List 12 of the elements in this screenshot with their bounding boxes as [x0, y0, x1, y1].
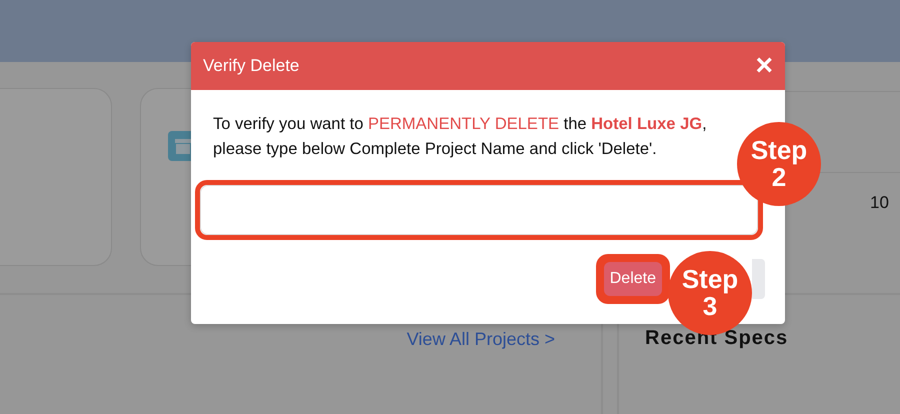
close-button[interactable]: ×: [755, 51, 773, 81]
step-label: Step: [682, 266, 738, 293]
step-number: 3: [702, 293, 718, 320]
step-number: 2: [772, 164, 786, 192]
table-cell-text: 10: [870, 193, 890, 213]
view-all-projects-link[interactable]: View All Projects >: [406, 329, 555, 350]
section-heading: Recent Specs: [645, 327, 788, 349]
warning-message: To verify you want to PERMANENTLY DELETE the Hotel Luxe JG, please type below Complete Project Name and click 'Delete'.: [213, 114, 708, 160]
dialog-title: Verify Delete: [203, 56, 300, 76]
step-label: Step: [750, 136, 808, 164]
delete-button[interactable]: Delete: [604, 262, 662, 296]
secondary-button[interactable]: [752, 259, 765, 299]
